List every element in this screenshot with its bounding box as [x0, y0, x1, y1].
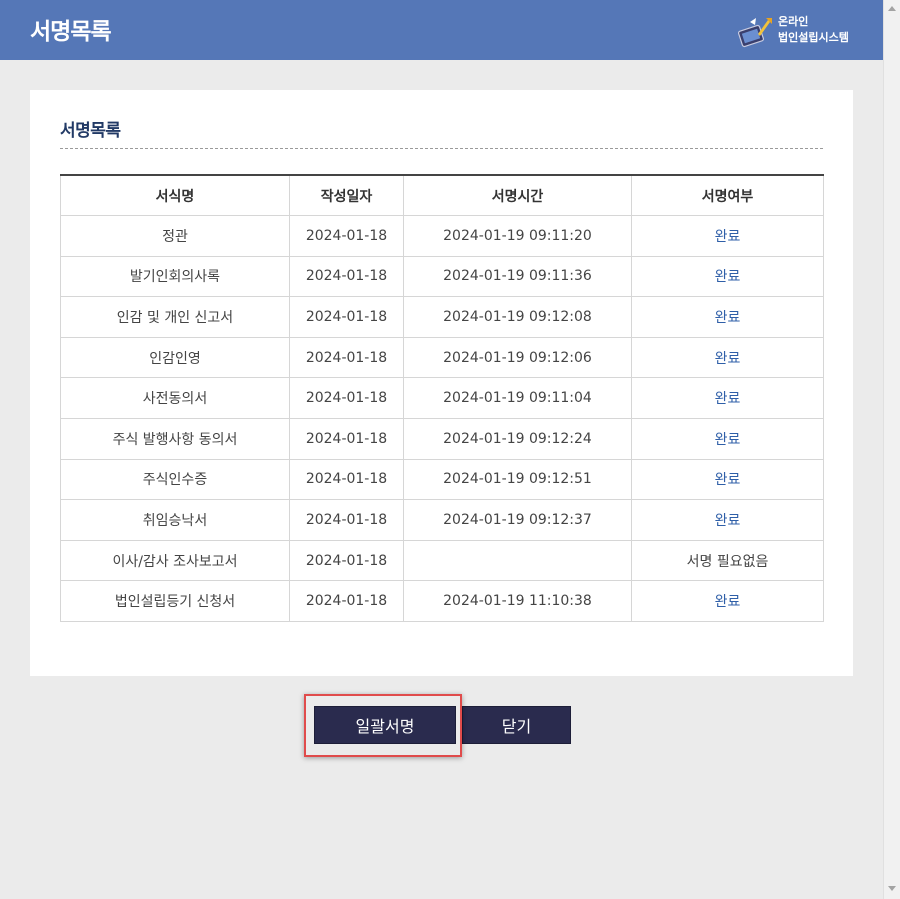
- sign-status-link[interactable]: 완료: [631, 377, 824, 419]
- table-row: 인감인영 2024-01-18 2024-01-19 09:12:06 완료: [60, 336, 824, 379]
- date-cell: 2024-01-18: [289, 580, 404, 622]
- sign-status-cell: 서명 필요없음: [631, 539, 824, 582]
- section-divider: [60, 148, 823, 149]
- form-name-cell: 사전동의서: [60, 377, 290, 419]
- sign-status-link[interactable]: 완료: [631, 580, 824, 622]
- brand-text: 온라인 법인설립시스템: [778, 14, 849, 46]
- date-cell: 2024-01-18: [289, 417, 404, 460]
- date-cell: 2024-01-18: [289, 499, 404, 541]
- table-row: 사전동의서 2024-01-18 2024-01-19 09:11:04 완료: [60, 377, 824, 419]
- form-name-cell: 취임승낙서: [60, 499, 290, 541]
- column-header-sign-time: 서명시간: [403, 175, 632, 216]
- form-name-cell: 주식인수증: [60, 458, 290, 501]
- form-name-cell: 인감 및 개인 신고서: [60, 296, 290, 338]
- table-row: 이사/감사 조사보고서 2024-01-18 서명 필요없음: [60, 539, 824, 582]
- section-title: 서명목록: [60, 121, 121, 141]
- column-header-form: 서식명: [60, 175, 290, 216]
- sign-status-link[interactable]: 완료: [631, 417, 824, 460]
- table-row: 발기인회의사록 2024-01-18 2024-01-19 09:11:36 완…: [60, 255, 824, 298]
- scroll-down-icon[interactable]: [888, 886, 896, 891]
- form-name-cell: 법인설립등기 신청서: [60, 580, 290, 622]
- sign-status-link[interactable]: 완료: [631, 215, 824, 257]
- brand-line-1: 온라인: [778, 15, 809, 28]
- sign-time-cell: 2024-01-19 09:11:04: [403, 377, 632, 419]
- date-cell: 2024-01-18: [289, 377, 404, 419]
- date-cell: 2024-01-18: [289, 215, 404, 257]
- table-row: 주식인수증 2024-01-18 2024-01-19 09:12:51 완료: [60, 458, 824, 501]
- date-cell: 2024-01-18: [289, 539, 404, 582]
- brand-logo-icon: [737, 18, 772, 48]
- scroll-up-icon[interactable]: [888, 6, 896, 11]
- close-button[interactable]: 닫기: [462, 706, 571, 744]
- date-cell: 2024-01-18: [289, 336, 404, 379]
- page-title: 서명목록: [30, 19, 112, 45]
- form-name-cell: 인감인영: [60, 336, 290, 379]
- form-name-cell: 정관: [60, 215, 290, 257]
- sign-time-cell: 2024-01-19 09:12:06: [403, 336, 632, 379]
- table-row: 법인설립등기 신청서 2024-01-18 2024-01-19 11:10:3…: [60, 580, 824, 622]
- sign-status-link[interactable]: 완료: [631, 458, 824, 501]
- date-cell: 2024-01-18: [289, 255, 404, 298]
- form-name-cell: 발기인회의사록: [60, 255, 290, 298]
- sign-time-cell: 2024-01-19 09:12:37: [403, 499, 632, 541]
- column-header-date: 작성일자: [289, 175, 404, 216]
- sign-status-link[interactable]: 완료: [631, 296, 824, 338]
- table-row: 주식 발행사항 동의서 2024-01-18 2024-01-19 09:12:…: [60, 417, 824, 460]
- form-name-cell: 이사/감사 조사보고서: [60, 539, 290, 582]
- sign-time-cell: 2024-01-19 09:11:20: [403, 215, 632, 257]
- date-cell: 2024-01-18: [289, 296, 404, 338]
- page-header: 서명목록 온라인 법인설립시스템: [0, 0, 883, 60]
- date-cell: 2024-01-18: [289, 458, 404, 501]
- sign-time-cell: [403, 539, 632, 582]
- column-header-sign-status: 서명여부: [631, 175, 824, 216]
- table-header-row: 서식명 작성일자 서명시간 서명여부: [60, 175, 824, 216]
- sign-time-cell: 2024-01-19 09:11:36: [403, 255, 632, 298]
- sign-status-link[interactable]: 완료: [631, 336, 824, 379]
- signature-table: 서식명 작성일자 서명시간 서명여부 정관 2024-01-18 2024-01…: [60, 174, 824, 622]
- sign-time-cell: 2024-01-19 11:10:38: [403, 580, 632, 622]
- sign-time-cell: 2024-01-19 09:12:24: [403, 417, 632, 460]
- table-row: 정관 2024-01-18 2024-01-19 09:11:20 완료: [60, 215, 824, 257]
- content-panel: 서명목록 서식명 작성일자 서명시간 서명여부 정관 2024-01-18 20…: [30, 90, 853, 676]
- sign-status-link[interactable]: 완료: [631, 499, 824, 541]
- vertical-scrollbar[interactable]: [883, 0, 900, 899]
- sign-all-button[interactable]: 일괄서명: [314, 706, 456, 744]
- sign-time-cell: 2024-01-19 09:12:51: [403, 458, 632, 501]
- sign-status-link[interactable]: 완료: [631, 255, 824, 298]
- sign-time-cell: 2024-01-19 09:12:08: [403, 296, 632, 338]
- form-name-cell: 주식 발행사항 동의서: [60, 417, 290, 460]
- table-row: 인감 및 개인 신고서 2024-01-18 2024-01-19 09:12:…: [60, 296, 824, 338]
- table-row: 취임승낙서 2024-01-18 2024-01-19 09:12:37 완료: [60, 499, 824, 541]
- brand-line-2: 법인설립시스템: [778, 31, 849, 44]
